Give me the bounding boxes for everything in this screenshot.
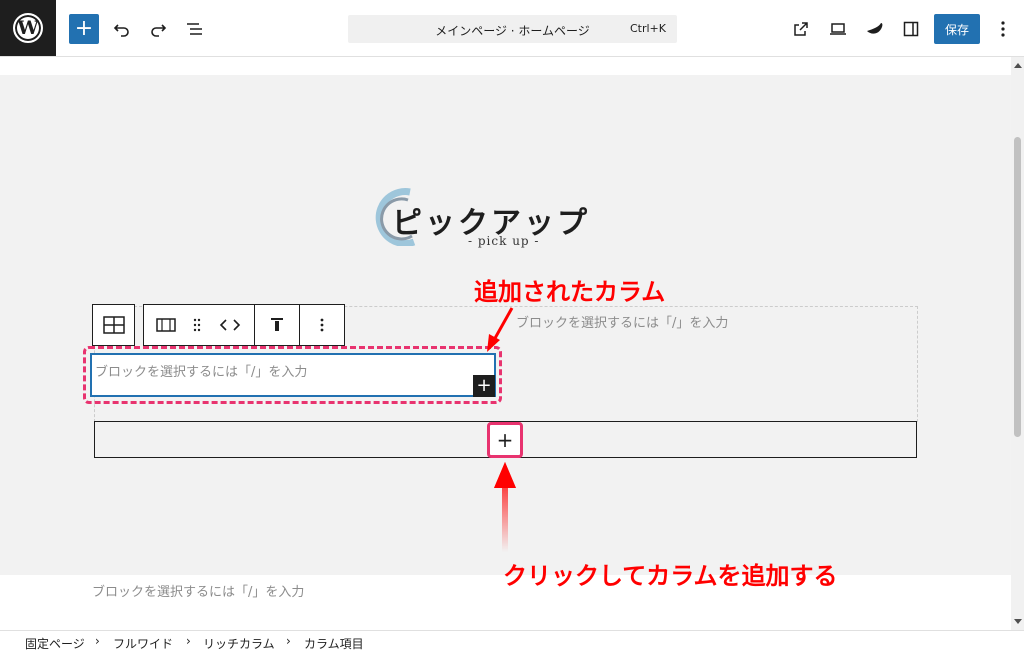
styles-button[interactable] <box>860 14 890 44</box>
breadcrumb-separator: › <box>186 634 191 648</box>
undo-icon <box>113 24 129 37</box>
block-breadcrumb: 固定ページ › フルワイド › リッチカラム › カラム項目 <box>0 630 1024 652</box>
scroll-down-arrow-icon[interactable] <box>1014 619 1022 624</box>
editor-top-toolbar: W + メインページ · ホームページ Ctrl+K 保存 <box>0 0 1024 57</box>
canvas-scrollbar[interactable] <box>1011 57 1024 630</box>
undo-button[interactable] <box>107 14 137 44</box>
block-options-button[interactable] <box>300 305 344 345</box>
desktop-icon <box>830 23 846 35</box>
list-view-icon <box>187 23 202 35</box>
inline-add-block-button[interactable]: + <box>473 375 495 397</box>
more-vertical-icon <box>1001 21 1005 37</box>
options-button[interactable] <box>988 14 1018 44</box>
align-top-icon <box>271 318 283 331</box>
column-placeholder-right[interactable]: ブロックを選択するには「/」を入力 <box>516 312 728 331</box>
add-block-button[interactable]: + <box>69 14 99 44</box>
command-shortcut: Ctrl+K <box>629 22 666 35</box>
add-column-button[interactable]: + <box>487 422 523 458</box>
column-placeholder: ブロックを選択するには「/」を入力 <box>95 365 308 380</box>
columns-grid-icon <box>102 316 125 334</box>
breadcrumb-item-column[interactable]: カラム項目 <box>304 635 364 652</box>
column-block-icon <box>156 318 176 332</box>
drag-handle-icon <box>193 318 201 332</box>
pickup-heading-image[interactable]: ピックアップ - pick up - <box>370 186 630 256</box>
breadcrumb-item-fullwide[interactable]: フルワイド <box>113 635 173 652</box>
wordpress-logo-button[interactable]: W <box>0 0 56 56</box>
breadcrumb-item-page[interactable]: 固定ページ <box>25 635 85 652</box>
external-link-icon <box>794 22 808 36</box>
breadcrumb-separator: › <box>286 634 291 648</box>
new-column-block[interactable]: ブロックを選択するには「/」を入力 <box>90 353 496 397</box>
device-preview-button[interactable] <box>823 14 853 44</box>
sidebar-icon <box>903 21 919 37</box>
wordpress-logo-icon: W <box>13 13 43 43</box>
view-page-button[interactable] <box>786 14 816 44</box>
vertical-align-button[interactable] <box>255 305 299 345</box>
breadcrumb-item-richcolumn[interactable]: リッチカラム <box>203 635 275 652</box>
redo-icon <box>151 24 167 37</box>
styles-icon <box>867 23 883 34</box>
plus-icon: + <box>496 428 514 452</box>
block-toolbar <box>143 304 345 346</box>
breadcrumb-separator: › <box>95 634 100 648</box>
chevron-left-right-icon <box>219 319 241 331</box>
more-vertical-icon <box>320 318 324 332</box>
scroll-up-arrow-icon[interactable] <box>1014 63 1022 68</box>
command-palette-bar[interactable]: メインページ · ホームページ Ctrl+K <box>348 15 677 43</box>
redo-button[interactable] <box>143 14 173 44</box>
pickup-subtitle: - pick up - <box>468 234 540 248</box>
annotation-click-to-add: クリックしてカラムを追加する <box>503 562 838 590</box>
save-button[interactable]: 保存 <box>934 14 980 44</box>
block-type-button[interactable] <box>144 305 188 345</box>
settings-sidebar-button[interactable] <box>896 14 926 44</box>
document-title: メインページ · ホームページ <box>435 24 590 38</box>
parent-block-button[interactable] <box>92 304 135 346</box>
document-overview-button[interactable] <box>180 14 210 44</box>
scroll-thumb[interactable] <box>1014 137 1021 437</box>
drag-handle[interactable] <box>188 305 206 345</box>
annotation-added-column: 追加されたカラム <box>474 278 666 306</box>
move-arrows[interactable] <box>206 305 254 345</box>
paragraph-placeholder[interactable]: ブロックを選択するには「/」を入力 <box>92 581 304 600</box>
